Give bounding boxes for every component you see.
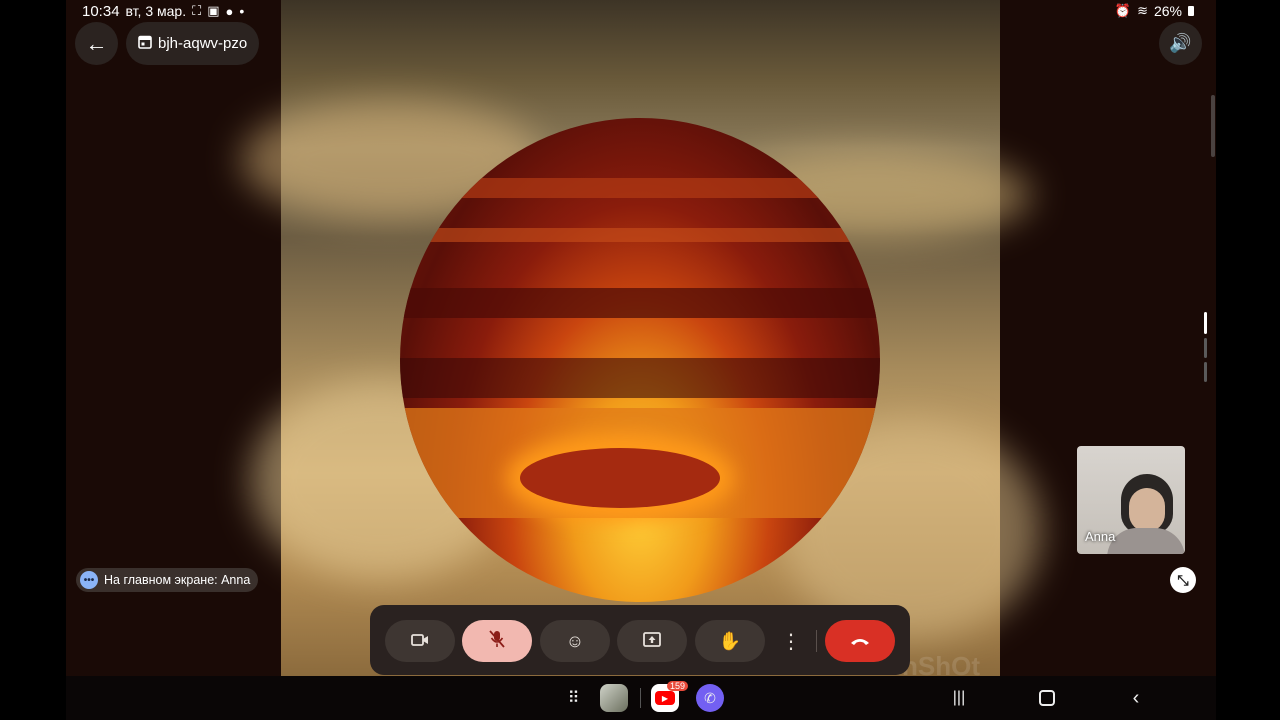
battery-icon [1188, 6, 1194, 16]
volume-icon: 🔊 [1169, 33, 1192, 53]
apps-grid-icon: ⠿ [567, 690, 580, 707]
viber-icon: ✆ [696, 684, 724, 712]
emoji-icon: ☺ [565, 630, 585, 651]
presenting-icon: ••• [80, 571, 98, 589]
youtube-notification-badge: 159 [667, 681, 689, 691]
avatar-face [1129, 488, 1165, 532]
self-view-tile[interactable]: Anna [1077, 446, 1185, 554]
raise-hand-icon: ✋ [718, 630, 742, 651]
date: вт, 3 мар. [125, 3, 187, 19]
shared-screen-video: InShOt [241, 0, 1041, 681]
avatar-body [1107, 528, 1185, 554]
storm-eye [520, 448, 720, 508]
raise-hand-button[interactable]: ✋ [695, 620, 765, 662]
taskbar-divider [640, 676, 641, 720]
more-options-button[interactable]: ⋮ [776, 620, 806, 662]
audio-output-button[interactable]: 🔊 [1159, 22, 1202, 65]
alarm-icon: ⏰ [1114, 3, 1132, 18]
end-call-button[interactable] [825, 620, 895, 662]
self-view-name: Anna [1085, 529, 1116, 544]
status-bar-left: 10:34 вт, 3 мар. ⛶ ▣ ● • [82, 0, 244, 22]
calendar-icon [138, 34, 152, 53]
wifi-icon: ≋ [1137, 3, 1148, 18]
meeting-info-chip[interactable]: bjh-aqwv-pzo [126, 22, 260, 65]
camera-toggle-button[interactable] [385, 620, 455, 662]
more-vert-icon: ⋮ [781, 630, 801, 653]
more-notifications-dot: • [239, 3, 245, 19]
status-bar-right: ⏰ ≋ 26% [1115, 0, 1194, 22]
nav-back-button[interactable]: ‹ [1123, 676, 1149, 720]
screen-record-icon: ▣ [207, 3, 220, 18]
mic-off-icon [489, 629, 505, 653]
back-button[interactable]: ← [75, 22, 118, 65]
present-icon [643, 631, 661, 652]
recent-apps-button[interactable]: ||| [946, 676, 972, 720]
viber-app-button[interactable]: ✆ [695, 676, 725, 720]
clock: 10:34 [82, 2, 120, 20]
youtube-app-button[interactable]: ▶ 159 [650, 676, 689, 720]
collapse-icon: ⤡ [1177, 571, 1189, 588]
apps-grid-button[interactable]: ⠿ [560, 676, 586, 720]
hang-up-icon [850, 631, 870, 652]
battery-percent: 26% [1153, 3, 1182, 19]
opera-icon: ● [225, 3, 234, 19]
recent-apps-icon: ||| [952, 689, 966, 706]
camera-icon [411, 631, 429, 652]
collapse-button[interactable]: ⤡ [1170, 567, 1196, 593]
presenter-chip-text: На главном экране: Anna [104, 573, 251, 587]
controls-divider [816, 630, 817, 652]
nav-back-icon: ‹ [1132, 686, 1140, 709]
home-button[interactable] [1034, 676, 1060, 720]
back-arrow-icon: ← [85, 30, 108, 56]
present-screen-button[interactable] [617, 620, 687, 662]
mic-toggle-button[interactable] [462, 620, 532, 662]
system-taskbar: ⠿ ▶ 159 ✆ ||| ‹ [66, 676, 1216, 720]
reactions-button[interactable]: ☺ [540, 620, 610, 662]
edge-panel-handle[interactable] [1211, 95, 1215, 157]
home-icon [1039, 690, 1055, 706]
photo-app-icon [600, 684, 628, 712]
meeting-code: bjh-aqwv-pzo [158, 35, 248, 52]
call-controls: ☺ ✋ ⋮ [370, 605, 910, 675]
screenshot-icon: ⛶ [192, 3, 202, 18]
sun-image [400, 118, 880, 602]
recent-app-photo[interactable] [599, 676, 629, 720]
scroll-indicator [1204, 312, 1207, 388]
presenter-chip: ••• На главном экране: Anna [76, 568, 259, 592]
